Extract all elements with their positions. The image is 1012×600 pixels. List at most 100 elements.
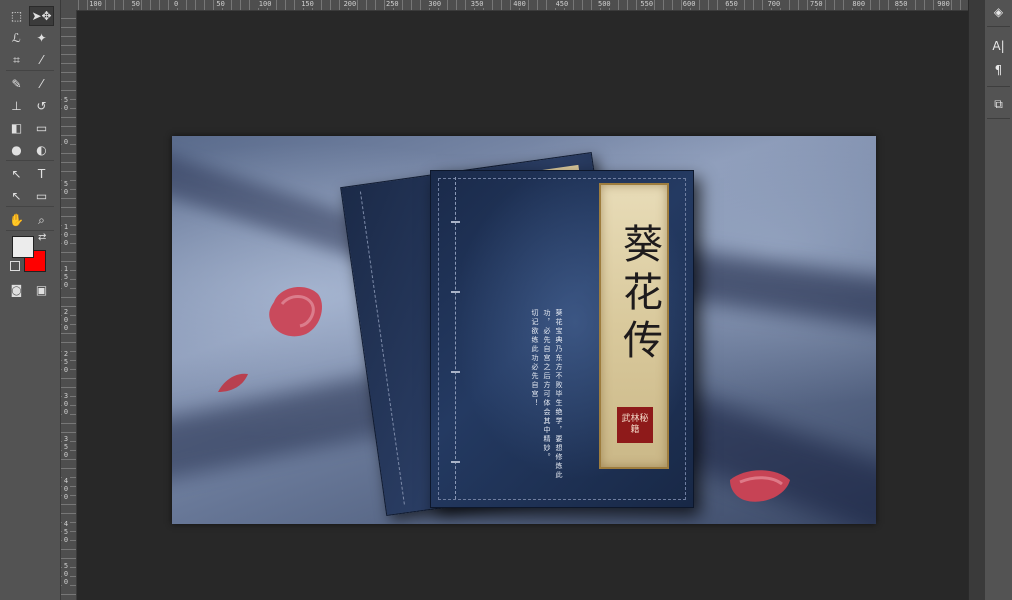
ruler-tick-label: 50 xyxy=(62,95,70,112)
paths-panel-button[interactable]: ⧉ xyxy=(987,94,1010,114)
ruler-tick-label: 350 xyxy=(469,0,485,8)
dock-separator xyxy=(987,118,1010,119)
ruler-tick-label: 350 xyxy=(62,434,70,459)
quick-mask-button[interactable]: ◙ xyxy=(4,280,29,300)
horizontal-ruler[interactable]: 100 50 0 50 100 150 200 250 300 350 400 450 500 550 60… xyxy=(61,0,968,11)
magic-wand-tool[interactable]: ✦ xyxy=(29,28,54,48)
brush-tool[interactable]: ⁄ xyxy=(29,74,54,94)
ruler-tick-label: 800 xyxy=(851,0,867,8)
eraser-tool[interactable]: ◧ xyxy=(4,118,29,138)
document-canvas[interactable]: 葵花宝典乃东方不败毕生绝学，要想修炼此功，必先自宫之后方可体会其中精妙。 切记欲… xyxy=(172,136,876,524)
ruler-tick-label: 400 xyxy=(512,0,527,8)
binding-hole xyxy=(451,371,460,373)
ruler-tick-label: 150 xyxy=(300,0,315,8)
ruler-tick-label: 500 xyxy=(62,562,70,586)
ruler-tick-label: 250 xyxy=(62,350,70,374)
paragraph-panel-button[interactable]: ¶ xyxy=(987,60,1010,80)
type-tool[interactable]: T xyxy=(29,164,54,184)
ruler-tick-label: 100 xyxy=(88,0,103,8)
ruler-tick-label: 300 xyxy=(427,0,443,8)
book-binding-stitch xyxy=(359,191,405,505)
cover-poem-text: 葵花宝典乃东方不败毕生绝学，要想修炼此功，必先自宫之后方可体会其中精妙。 切记欲… xyxy=(531,309,563,480)
tool-row: ℒ ✦ xyxy=(4,28,58,48)
gradient-tool[interactable]: ▭ xyxy=(29,118,54,138)
ruler-tick-label: 0 xyxy=(62,138,70,146)
binding-hole xyxy=(451,221,460,223)
history-brush-tool[interactable]: ↺ xyxy=(29,96,54,116)
ruler-tick-label: 100 xyxy=(257,0,273,8)
dock-separator xyxy=(987,86,1010,87)
tool-separator xyxy=(6,70,54,71)
vertical-scrollbar[interactable] xyxy=(968,0,985,600)
rose-petal-image xyxy=(730,470,790,502)
tool-row: ◙ ▣ xyxy=(4,280,58,300)
rose-petal-image xyxy=(218,373,248,392)
ruler-origin[interactable] xyxy=(61,0,76,10)
red-seal-stamp: 武林秘籍 xyxy=(617,407,653,443)
hand-tool[interactable]: ✋ xyxy=(4,210,29,230)
ruler-tick-label: 150 xyxy=(62,265,70,290)
tool-row: ● ◐ xyxy=(4,140,58,160)
rose-petal-image xyxy=(269,287,322,337)
tools-panel: ⬚ ➤✥ ℒ ✦ ⌗ ⁄ ✎ ⁄ ⊥ ↺ ◧ ▭ ● ◐ ↖ T ↖ ▭ ✋ ⌕ ⇄ ◙ ▣ xyxy=(0,0,61,600)
ruler-tick-label: 0 xyxy=(173,0,180,8)
ruler-tick-label: 450 xyxy=(62,519,70,544)
book-cover-front: 葵花宝典乃东方不败毕生绝学，要想修炼此功，必先自宫之后方可体会其中精妙。 切记欲… xyxy=(430,170,694,508)
default-colors-icon[interactable] xyxy=(10,261,20,271)
ruler-tick-label: 900 xyxy=(936,0,951,8)
foreground-color-swatch[interactable] xyxy=(12,236,34,258)
zoom-tool[interactable]: ⌕ xyxy=(29,210,54,230)
book-title: 葵花传 xyxy=(616,223,662,367)
book-title-panel: 葵花传 武林秘籍 xyxy=(599,183,669,469)
binding-hole xyxy=(451,291,460,293)
binding-hole xyxy=(451,461,460,463)
ruler-tick-label: 250 xyxy=(385,0,400,8)
dock-separator xyxy=(987,26,1010,27)
ruler-tick-label: 400 xyxy=(62,477,70,502)
ruler-tick-label: 700 xyxy=(766,0,782,8)
tool-row: ✎ ⁄ xyxy=(4,74,58,94)
tool-row: ⬚ ➤✥ xyxy=(4,6,58,26)
vertical-ruler[interactable]: 50 0 50 100 150 200 250 300 350 400 450 500 xyxy=(61,10,77,600)
dodge-tool[interactable]: ◐ xyxy=(29,140,54,160)
blur-tool[interactable]: ● xyxy=(4,140,29,160)
collapsed-panels-dock: ◈ A| ¶ ⧉ xyxy=(985,0,1012,600)
tool-separator xyxy=(6,160,54,161)
ruler-tick-label: 50 xyxy=(215,0,226,8)
move-tool[interactable]: ➤✥ xyxy=(29,6,54,26)
tool-row: ↖ ▭ xyxy=(4,186,58,206)
tool-row: ✋ ⌕ xyxy=(4,210,58,230)
direct-selection-tool[interactable]: ↖ xyxy=(4,186,29,206)
eyedropper-tool[interactable]: ⁄ xyxy=(29,50,54,70)
marquee-tool[interactable]: ⬚ xyxy=(4,6,29,26)
ruler-tick-label: 650 xyxy=(724,0,739,8)
ruler-tick-label: 50 xyxy=(130,0,142,8)
swap-colors-icon[interactable]: ⇄ xyxy=(38,232,46,243)
crop-tool[interactable]: ⌗ xyxy=(4,50,29,70)
tool-separator xyxy=(6,206,54,207)
ruler-tick-label: 500 xyxy=(597,0,612,8)
ruler-tick-label: 200 xyxy=(62,307,70,332)
healing-brush-tool[interactable]: ✎ xyxy=(4,74,29,94)
ruler-tick-label: 450 xyxy=(554,0,570,8)
book-binding-stitch xyxy=(455,177,456,499)
lasso-tool[interactable]: ℒ xyxy=(4,28,29,48)
clone-stamp-tool[interactable]: ⊥ xyxy=(4,96,29,116)
tool-separator xyxy=(6,230,54,231)
ruler-tick-label: 600 xyxy=(681,0,697,8)
ruler-tick-label: 200 xyxy=(342,0,358,8)
rectangle-tool[interactable]: ▭ xyxy=(29,186,54,206)
ruler-tick-label: 100 xyxy=(62,222,70,247)
tool-row: ⊥ ↺ xyxy=(4,96,58,116)
tool-row: ⌗ ⁄ xyxy=(4,50,58,70)
ruler-tick-label: 300 xyxy=(62,392,70,417)
ruler-tick-label: 850 xyxy=(893,0,909,8)
character-panel-button[interactable]: A| xyxy=(987,36,1010,56)
screen-mode-button[interactable]: ▣ xyxy=(29,280,54,300)
tool-row: ◧ ▭ xyxy=(4,118,58,138)
tool-row: ↖ T xyxy=(4,164,58,184)
ruler-tick-label: 550 xyxy=(639,0,655,8)
path-selection-tool[interactable]: ↖ xyxy=(4,164,29,184)
3d-panel-button[interactable]: ◈ xyxy=(987,2,1010,22)
ruler-tick-label: 750 xyxy=(809,0,824,8)
